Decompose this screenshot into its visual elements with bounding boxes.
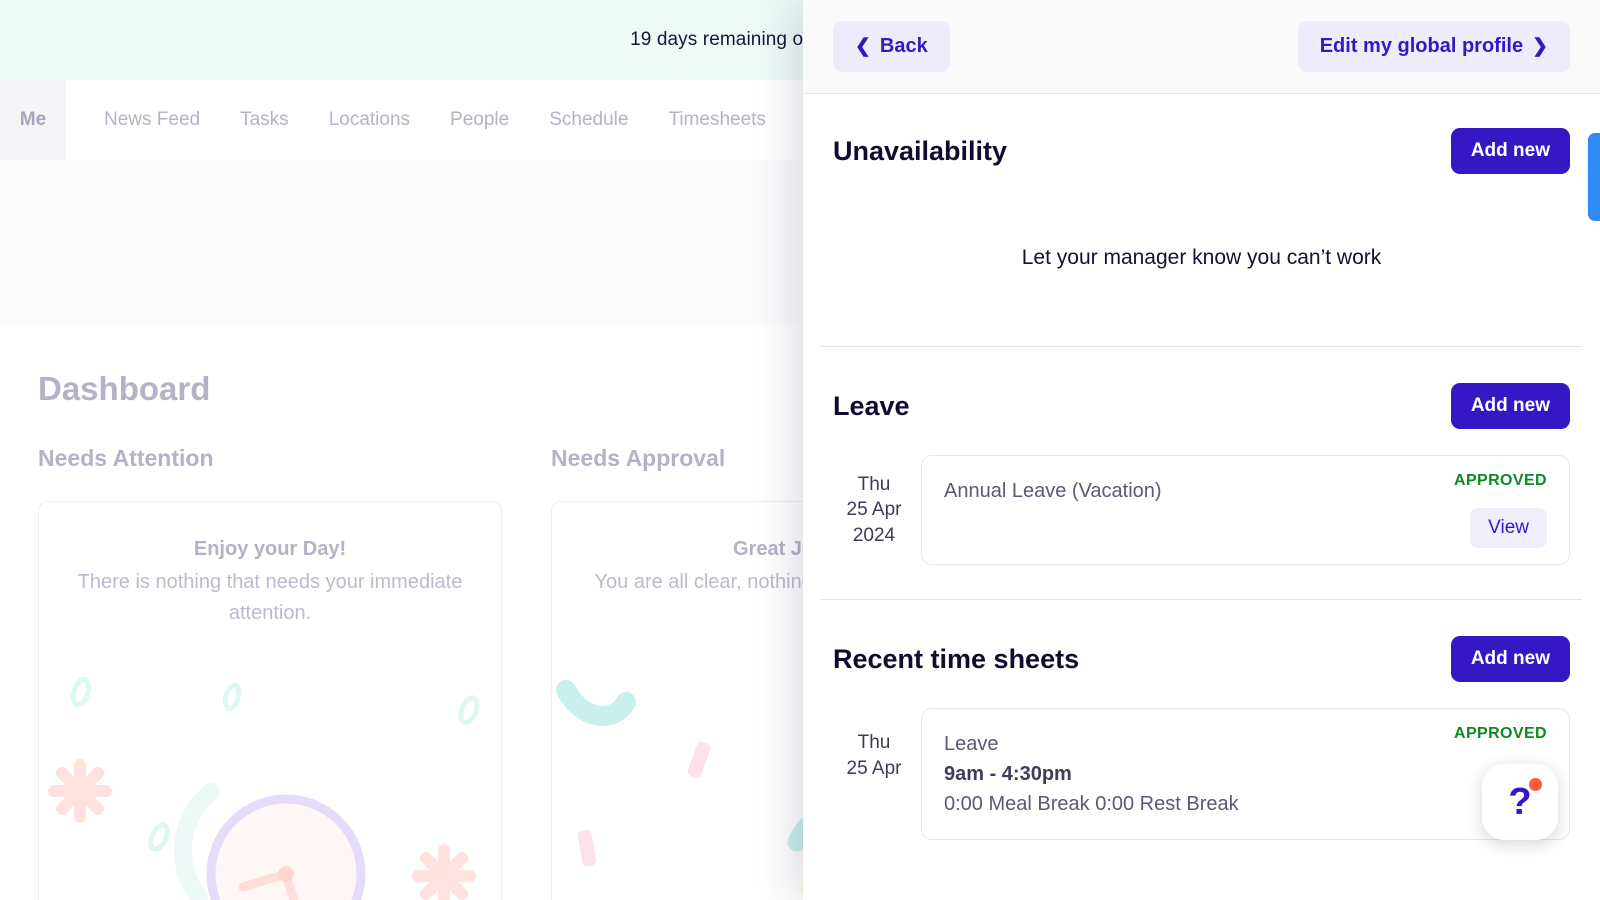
needs-attention-text: There is nothing that needs your immedia… <box>77 571 463 624</box>
time-sheet-entry-row: Thu 25 Apr Leave 9am - 4:30pm 0:00 Meal … <box>833 708 1570 840</box>
nav-item-schedule[interactable]: Schedule <box>529 80 648 160</box>
nav-item-list: News Feed Tasks Locations People Schedul… <box>66 80 786 160</box>
nav-item-people[interactable]: People <box>430 80 529 160</box>
recent-time-sheets-section: Recent time sheets Add new Thu 25 Apr Le… <box>803 600 1600 840</box>
nav-item-locations[interactable]: Locations <box>309 80 430 160</box>
edit-global-profile-button[interactable]: Edit my global profile ❯ <box>1297 21 1570 72</box>
needs-attention-title: Enjoy your Day! <box>193 538 347 560</box>
back-button[interactable]: ❮ Back <box>833 21 950 72</box>
clock-illustration <box>39 662 501 900</box>
time-sheets-add-new-button[interactable]: Add new <box>1450 636 1570 682</box>
leave-entry-year: 2024 <box>852 524 896 546</box>
edit-global-profile-label: Edit my global profile <box>1319 35 1524 57</box>
side-feedback-tab[interactable] <box>1588 133 1600 221</box>
question-mark-icon: ? <box>1508 781 1532 823</box>
recent-time-sheets-title: Recent time sheets <box>833 643 1080 674</box>
leave-entry-view-button[interactable]: View <box>1470 508 1547 548</box>
recent-time-sheets-header: Recent time sheets Add new <box>833 636 1570 682</box>
unavailability-header: Unavailability Add new <box>833 128 1570 174</box>
unavailability-title: Unavailability <box>833 135 1008 166</box>
notification-dot-icon <box>1529 778 1542 791</box>
column-heading-needs-approval: Needs Approval <box>551 445 726 471</box>
leave-entry-card[interactable]: Annual Leave (Vacation) APPROVED View <box>921 455 1570 565</box>
time-sheet-entry-breaks: 0:00 Meal Break 0:00 Rest Break <box>944 793 1239 815</box>
time-sheet-entry-date: Thu 25 Apr <box>833 708 921 840</box>
leave-entry-day: Thu <box>857 473 891 495</box>
back-button-label: Back <box>879 35 928 57</box>
panel-body: Unavailability Add new Let your manager … <box>803 94 1600 900</box>
unavailability-section: Unavailability Add new Let your manager … <box>803 94 1600 270</box>
time-sheet-entry-time-range: 9am - 4:30pm <box>944 763 1072 785</box>
help-button[interactable]: ? <box>1482 764 1558 840</box>
unavailability-add-new-button[interactable]: Add new <box>1450 128 1570 174</box>
leave-title: Leave <box>833 390 910 421</box>
chevron-right-icon: ❯ <box>1532 36 1548 57</box>
nav-item-news-feed[interactable]: News Feed <box>84 80 220 160</box>
leave-header: Leave Add new <box>833 383 1570 429</box>
nav-item-timesheets[interactable]: Timesheets <box>648 80 786 160</box>
chevron-left-icon: ❮ <box>855 36 871 57</box>
unavailability-empty-text: Let your manager know you can’t work <box>1021 246 1382 269</box>
time-sheet-entry-day: Thu <box>857 732 891 753</box>
leave-entry-row: Thu 25 Apr 2024 Annual Leave (Vacation) … <box>833 455 1570 565</box>
leave-entry-status-badge: APPROVED <box>1454 472 1547 489</box>
leave-entry-date: Thu 25 Apr 2024 <box>833 455 921 565</box>
panel-header: ❮ Back Edit my global profile ❯ <box>803 0 1600 94</box>
time-sheet-entry-date-text: 25 Apr <box>846 757 902 779</box>
needs-attention-card: Enjoy your Day! There is nothing that ne… <box>38 501 502 900</box>
column-heading-needs-attention: Needs Attention <box>38 445 214 471</box>
leave-add-new-button[interactable]: Add new <box>1450 383 1570 429</box>
leave-section: Leave Add new Thu 25 Apr 2024 Annual Lea… <box>803 347 1600 565</box>
time-sheet-entry-card[interactable]: Leave 9am - 4:30pm 0:00 Meal Break 0:00 … <box>921 708 1570 840</box>
screen: 19 days remaining of your Premium trial … <box>0 0 1600 900</box>
nav-item-me[interactable]: Me <box>0 80 66 160</box>
leave-entry-date-text: 25 Apr <box>846 499 902 521</box>
page-title: Dashboard <box>38 370 211 407</box>
nav-item-tasks[interactable]: Tasks <box>220 80 309 160</box>
profile-slide-over-panel: ❮ Back Edit my global profile ❯ Unavaila… <box>803 0 1600 900</box>
time-sheet-entry-status-badge: APPROVED <box>1454 725 1547 742</box>
